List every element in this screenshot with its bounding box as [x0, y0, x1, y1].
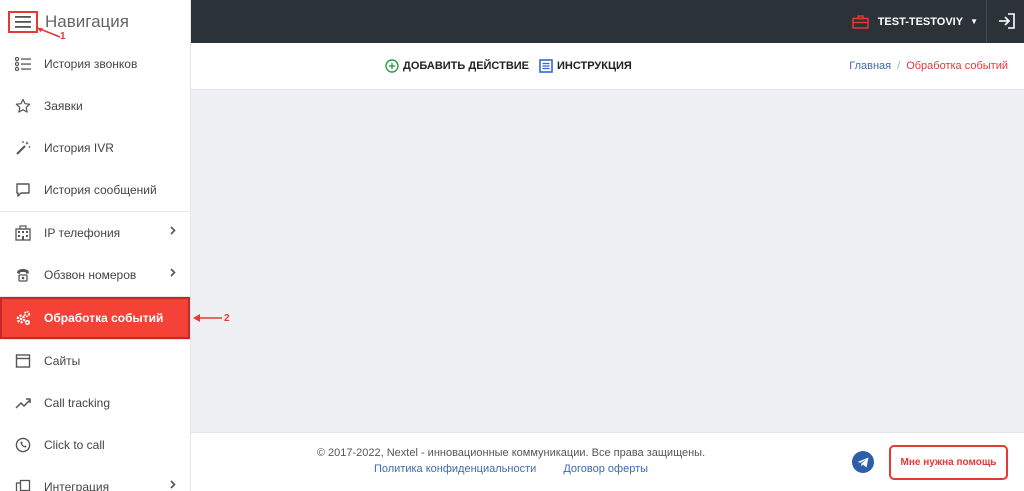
sidebar-item-label: Click to call: [44, 438, 105, 452]
sidebar-item-label: История сообщений: [44, 183, 157, 197]
phone-icon: [14, 266, 32, 284]
sidebar-item-requests[interactable]: Заявки: [0, 85, 190, 127]
browser-window-icon: [14, 352, 32, 370]
breadcrumb-separator: /: [897, 60, 901, 72]
briefcase-icon: [851, 14, 869, 29]
integration-icon: [14, 478, 32, 491]
sidebar-item-ivr-history[interactable]: История IVR: [0, 127, 190, 169]
footer: © 2017-2022, Nextel - инновационные комм…: [191, 432, 1024, 491]
privacy-policy-link[interactable]: Политика конфиденциальности: [374, 463, 536, 475]
document-icon: [539, 59, 553, 73]
sidebar-item-dialing[interactable]: Обзвон номеров: [0, 254, 190, 296]
topbar-divider: [986, 0, 987, 43]
action-bar: ДОБАВИТЬ ДЕЙСТВИЕ ИНСТРУКЦИЯ Главная / Обр…: [191, 43, 1024, 90]
breadcrumb: Главная / Обработка событий: [849, 60, 1008, 72]
sidebar-item-label: История IVR: [44, 141, 114, 155]
sidebar-item-event-processing[interactable]: Обработка событий: [0, 297, 190, 339]
annotation-arrow-1: [37, 27, 61, 38]
instruction-label: ИНСТРУКЦИЯ: [557, 60, 632, 72]
annotation-marker-1: 1: [60, 31, 66, 42]
chat-icon: [14, 181, 32, 199]
sidebar-item-label: Обзвон номеров: [44, 268, 137, 282]
menu-toggle-button[interactable]: [8, 10, 38, 33]
plus-circle-icon: [385, 59, 399, 73]
sidebar-header: Навигация: [0, 0, 190, 43]
logout-icon: [999, 13, 1015, 29]
sidebar-item-label: Call tracking: [44, 396, 111, 410]
annotation-marker-2: 2: [224, 313, 230, 324]
account-menu-button[interactable]: TEST-TESTOVIY ▼: [851, 0, 978, 43]
magic-wand-icon: [14, 139, 32, 157]
instruction-button[interactable]: ИНСТРУКЦИЯ: [539, 59, 632, 73]
chevron-right-icon: [170, 268, 176, 277]
sidebar-item-integration[interactable]: Интеграция: [0, 466, 190, 491]
trend-icon: [14, 394, 32, 412]
telegram-icon: [857, 457, 869, 467]
sidebar-item-call-history[interactable]: История звонков: [0, 43, 190, 85]
footer-links: Политика конфиденциальности Договор офер…: [191, 463, 831, 475]
sidebar-item-label: Обработка событий: [44, 311, 164, 325]
help-button[interactable]: Мне нужна помощь: [889, 445, 1008, 480]
main-content: [191, 90, 1024, 432]
building-icon: [14, 224, 32, 242]
sidebar-item-click-to-call[interactable]: Click to call: [0, 424, 190, 466]
chevron-right-icon: [170, 480, 176, 489]
telegram-button[interactable]: [852, 451, 874, 473]
account-name: TEST-TESTOVIY: [877, 15, 964, 28]
star-icon: [14, 97, 32, 115]
sidebar-item-sites[interactable]: Сайты: [0, 340, 190, 382]
sidebar-item-label: Сайты: [44, 354, 81, 368]
gears-icon: [14, 309, 32, 327]
sidebar-item-call-tracking[interactable]: Call tracking: [0, 382, 190, 424]
sidebar-item-ip-telephony[interactable]: IP телефония: [0, 212, 190, 254]
sidebar-item-message-history[interactable]: История сообщений: [0, 169, 190, 211]
top-bar: TEST-TESTOVIY ▼: [191, 0, 1024, 43]
sidebar-item-label: Заявки: [44, 99, 83, 113]
sidebar: Навигация История звонков Заявки История…: [0, 0, 191, 491]
copyright-text: © 2017-2022, Nextel - инновационные комм…: [316, 447, 706, 459]
caret-down-icon: ▼: [970, 17, 978, 26]
sidebar-item-label: Интеграция: [44, 480, 110, 491]
logout-button[interactable]: [998, 12, 1016, 35]
breadcrumb-home-link[interactable]: Главная: [849, 60, 891, 72]
breadcrumb-current: Обработка событий: [906, 60, 1008, 72]
offer-agreement-link[interactable]: Договор оферты: [563, 463, 648, 475]
chevron-right-icon: [170, 226, 176, 235]
list-icon: [14, 55, 32, 73]
hamburger-icon: [15, 15, 31, 28]
add-action-label: ДОБАВИТЬ ДЕЙСТВИЕ: [403, 60, 530, 72]
annotation-arrow-2: [193, 314, 222, 322]
sidebar-item-label: История звонков: [44, 57, 138, 71]
phone-circle-icon: [14, 436, 32, 454]
add-action-button[interactable]: ДОБАВИТЬ ДЕЙСТВИЕ: [385, 59, 529, 73]
sidebar-item-label: IP телефония: [44, 226, 121, 240]
